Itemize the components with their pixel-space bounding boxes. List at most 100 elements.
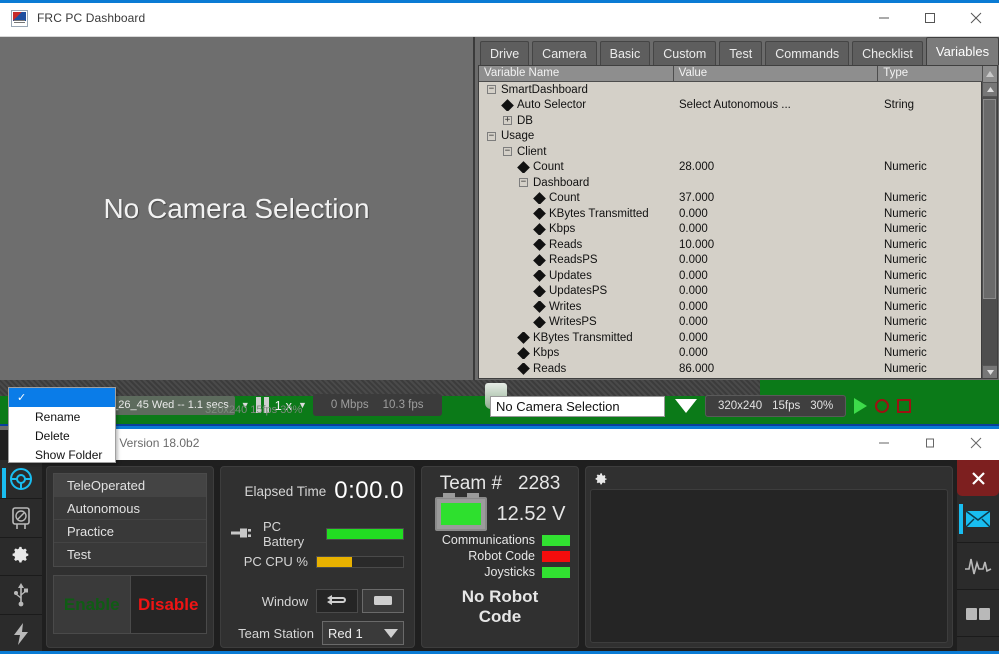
collapse-icon[interactable]: −: [519, 178, 528, 188]
ds-tab-layout[interactable]: [957, 590, 999, 637]
variable-value[interactable]: 0.000: [674, 316, 879, 328]
table-row[interactable]: KBytes Transmitted 0.000 Numeric: [479, 330, 997, 346]
scroll-up-button[interactable]: [982, 82, 997, 97]
variable-value[interactable]: 0.000: [674, 332, 879, 344]
table-row[interactable]: KBytes Transmitted 0.000 Numeric: [479, 206, 997, 222]
window-float-button[interactable]: [362, 589, 404, 613]
camera-resolution-display[interactable]: 320x240 15fps 30%: [705, 395, 847, 417]
table-row[interactable]: − Client: [479, 144, 997, 160]
ds-tab-messages[interactable]: [957, 496, 999, 543]
camera-select[interactable]: No Camera Selection: [490, 395, 665, 417]
ds-tab-diagnostics[interactable]: [0, 499, 42, 538]
tab-custom[interactable]: Custom: [653, 41, 717, 65]
table-row[interactable]: ReadsPS 0.000 Numeric: [479, 253, 997, 269]
column-header-value[interactable]: Value: [673, 66, 879, 82]
team-station-select[interactable]: Red 1: [322, 621, 404, 645]
variable-value[interactable]: 0.000: [674, 270, 879, 282]
variable-value[interactable]: Select Autonomous ...: [674, 99, 879, 111]
variable-value[interactable]: 86.000: [674, 363, 879, 375]
context-menu-item-delete[interactable]: Delete: [9, 426, 115, 445]
ds-tab-setup[interactable]: [0, 538, 42, 577]
table-row[interactable]: − Usage: [479, 129, 997, 145]
variable-value[interactable]: 28.000: [674, 161, 879, 173]
driver-station-window-controls: [861, 426, 999, 460]
ds-close-button[interactable]: [953, 426, 999, 460]
variables-vertical-scrollbar[interactable]: [981, 82, 997, 378]
maximize-button[interactable]: [907, 0, 953, 37]
table-row[interactable]: Count 37.000 Numeric: [479, 191, 997, 207]
table-row[interactable]: Updates 0.000 Numeric: [479, 268, 997, 284]
table-row[interactable]: Writes 0.000 Numeric: [479, 299, 997, 315]
variable-value[interactable]: 0.000: [674, 301, 879, 313]
variable-value[interactable]: 37.000: [674, 192, 879, 204]
table-row[interactable]: − Dashboard: [479, 175, 997, 191]
gear-icon[interactable]: [594, 473, 608, 487]
record-icon[interactable]: [875, 399, 890, 413]
collapse-icon[interactable]: −: [503, 147, 512, 157]
variable-value[interactable]: 0.000: [674, 347, 879, 359]
table-row[interactable]: WritesPS 0.000 Numeric: [479, 315, 997, 331]
camera-empty-message: No Camera Selection: [103, 192, 370, 224]
variable-value[interactable]: 10.000: [674, 239, 879, 251]
status-led: [542, 550, 570, 562]
close-button[interactable]: [953, 0, 999, 37]
collapse-icon[interactable]: −: [487, 85, 496, 95]
collapse-icon[interactable]: −: [487, 131, 496, 141]
context-menu-item-rename[interactable]: Rename: [9, 407, 115, 426]
table-row[interactable]: Reads 86.000 Numeric: [479, 361, 997, 377]
leaf-diamond-icon: [517, 161, 530, 174]
variable-value[interactable]: 0.000: [674, 254, 879, 266]
robot-status-line1: No Robot: [461, 587, 539, 606]
layout-icon: [966, 608, 990, 620]
tab-camera[interactable]: Camera: [532, 41, 597, 65]
tab-test[interactable]: Test: [719, 41, 763, 65]
variable-value[interactable]: 0.000: [674, 208, 879, 220]
column-header-type[interactable]: Type: [878, 66, 984, 82]
scroll-down-button[interactable]: [982, 365, 997, 378]
table-row[interactable]: Auto Selector Select Autonomous ... String: [479, 98, 997, 114]
variable-value[interactable]: 0.000: [674, 285, 879, 297]
ds-tab-usb[interactable]: [0, 576, 42, 616]
disable-button[interactable]: Disable: [129, 576, 206, 633]
stop-icon[interactable]: [897, 399, 912, 413]
enable-button[interactable]: Enable: [54, 576, 130, 633]
context-menu-item-show-folder[interactable]: Show Folder: [9, 445, 115, 464]
mode-teleoperated[interactable]: TeleOperated: [54, 474, 206, 497]
tab-basic[interactable]: Basic: [599, 41, 651, 65]
camera-select-dropdown-icon[interactable]: [675, 399, 697, 413]
scrollbar-thumb[interactable]: [983, 99, 996, 299]
context-menu-item-label: Rename: [35, 409, 81, 424]
table-row[interactable]: + DB: [479, 113, 997, 129]
ds-tab-power[interactable]: [0, 615, 42, 654]
ds-tab-operation[interactable]: [0, 460, 42, 499]
tab-commands[interactable]: Commands: [765, 41, 850, 65]
tab-checklist[interactable]: Checklist: [852, 41, 923, 65]
mode-autonomous[interactable]: Autonomous: [54, 497, 206, 520]
table-row[interactable]: Count 28.000 Numeric: [479, 160, 997, 176]
messages-log[interactable]: [590, 489, 948, 643]
minimize-button[interactable]: [861, 0, 907, 37]
column-header-variable-name[interactable]: Variable Name: [479, 66, 674, 82]
play-icon[interactable]: [854, 398, 868, 414]
ds-tab-charts[interactable]: [957, 543, 999, 590]
ds-panel-close-button[interactable]: [957, 460, 999, 496]
messages-panel: [585, 466, 953, 648]
context-menu-item-checked[interactable]: ✓: [9, 388, 115, 407]
expand-icon[interactable]: +: [503, 116, 512, 126]
table-row[interactable]: UpdatesPS 0.000 Numeric: [479, 284, 997, 300]
table-row[interactable]: Reads 10.000 Numeric: [479, 237, 997, 253]
table-row[interactable]: Kbps 0.000 Numeric: [479, 346, 997, 362]
ds-maximize-button[interactable]: [907, 426, 953, 460]
ds-minimize-button[interactable]: [861, 426, 907, 460]
mode-test[interactable]: Test: [54, 543, 206, 566]
tab-drive[interactable]: Drive: [480, 41, 530, 65]
table-row[interactable]: − SmartDashboard: [479, 82, 997, 98]
window-dock-button[interactable]: [316, 589, 358, 613]
robot-indicators: Communications Robot Code Joysticks: [430, 533, 570, 579]
mode-practice[interactable]: Practice: [54, 520, 206, 543]
variable-value[interactable]: 0.000: [674, 223, 879, 235]
camera-viewport[interactable]: No Camera Selection: [0, 37, 475, 380]
table-row[interactable]: Kbps 0.000 Numeric: [479, 222, 997, 238]
team-status-panel: Team # 2283 12.52 V Communications Robot …: [421, 466, 579, 648]
tab-variables[interactable]: Variables: [925, 37, 999, 65]
